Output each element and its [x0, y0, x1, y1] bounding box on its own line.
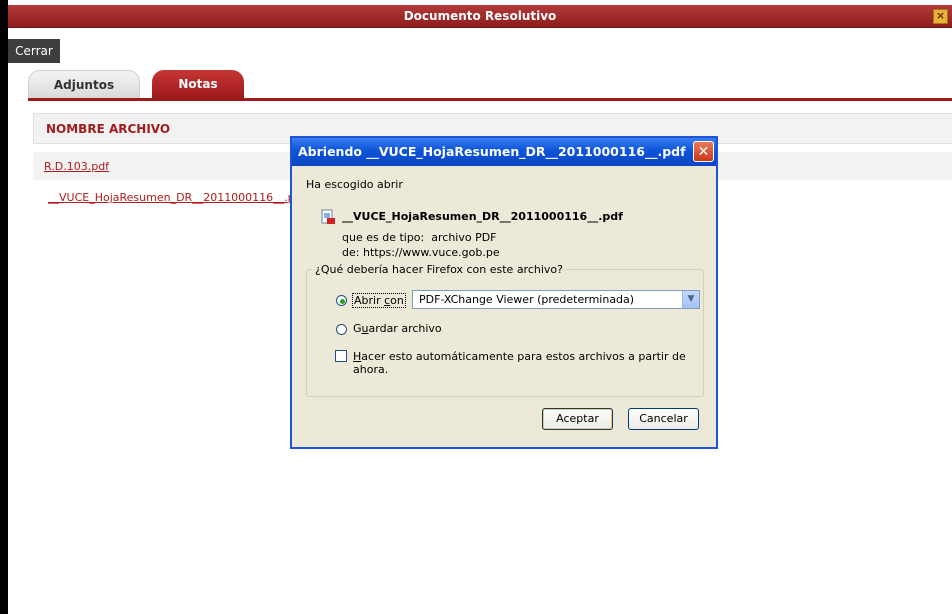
dialog-title: Abriendo __VUCE_HojaResumen_DR__20110001…: [298, 144, 686, 159]
action-group-label: ¿Qué debería hacer Firefox con este arch…: [312, 263, 566, 276]
open-with-value: PDF-XChange Viewer (predeterminada): [419, 293, 635, 306]
file-source-value: https://www.vuce.gob.pe: [362, 246, 500, 259]
save-file-label[interactable]: Guardar archivo: [353, 322, 442, 335]
dialog-close-icon[interactable]: ✕: [693, 141, 714, 162]
chevron-down-icon[interactable]: ▼: [682, 291, 699, 308]
save-file-radio[interactable]: [336, 324, 347, 335]
file-link[interactable]: R.D.103.pdf: [44, 160, 109, 173]
file-type-value: archivo PDF: [431, 231, 497, 244]
cancel-button[interactable]: Cancelar: [628, 408, 699, 430]
auto-action-label[interactable]: Hacer esto automáticamente para estos ar…: [353, 350, 716, 376]
open-with-label[interactable]: Abrir con: [352, 293, 406, 308]
close-button[interactable]: Cerrar: [8, 39, 60, 63]
download-dialog: Abriendo __VUCE_HojaResumen_DR__20110001…: [290, 136, 718, 449]
window-title: Documento Resolutivo: [403, 9, 557, 23]
auto-action-checkbox[interactable]: [335, 350, 347, 362]
tab-notas[interactable]: Notas: [152, 70, 244, 98]
file-source-label: de: https://www.vuce.gob.pe: [342, 246, 500, 259]
open-with-radio[interactable]: [336, 295, 347, 306]
dialog-filename: __VUCE_HojaResumen_DR__2011000116__.pdf: [342, 210, 623, 223]
tab-adjuntos[interactable]: Adjuntos: [28, 70, 140, 100]
window-close-icon[interactable]: ×: [933, 9, 948, 24]
tab-bar-underline: [28, 98, 952, 101]
radio-selected-dot: [340, 299, 345, 304]
dialog-intro: Ha escogido abrir: [306, 178, 403, 191]
pdf-file-icon: [320, 209, 336, 225]
file-link[interactable]: __VUCE_HojaResumen_DR__2011000116__.pdf: [48, 191, 292, 204]
file-type-label: que es de tipo: archivo PDF: [342, 231, 497, 244]
column-header-filename: NOMBRE ARCHIVO: [46, 122, 171, 136]
page-left-border: [0, 0, 8, 614]
dialog-title-bar[interactable]: Abriendo __VUCE_HojaResumen_DR__20110001…: [292, 138, 716, 166]
open-with-select[interactable]: PDF-XChange Viewer (predeterminada) ▼: [412, 290, 700, 309]
ok-button[interactable]: Aceptar: [542, 408, 613, 430]
window-title-bar: Documento Resolutivo ×: [8, 5, 952, 28]
